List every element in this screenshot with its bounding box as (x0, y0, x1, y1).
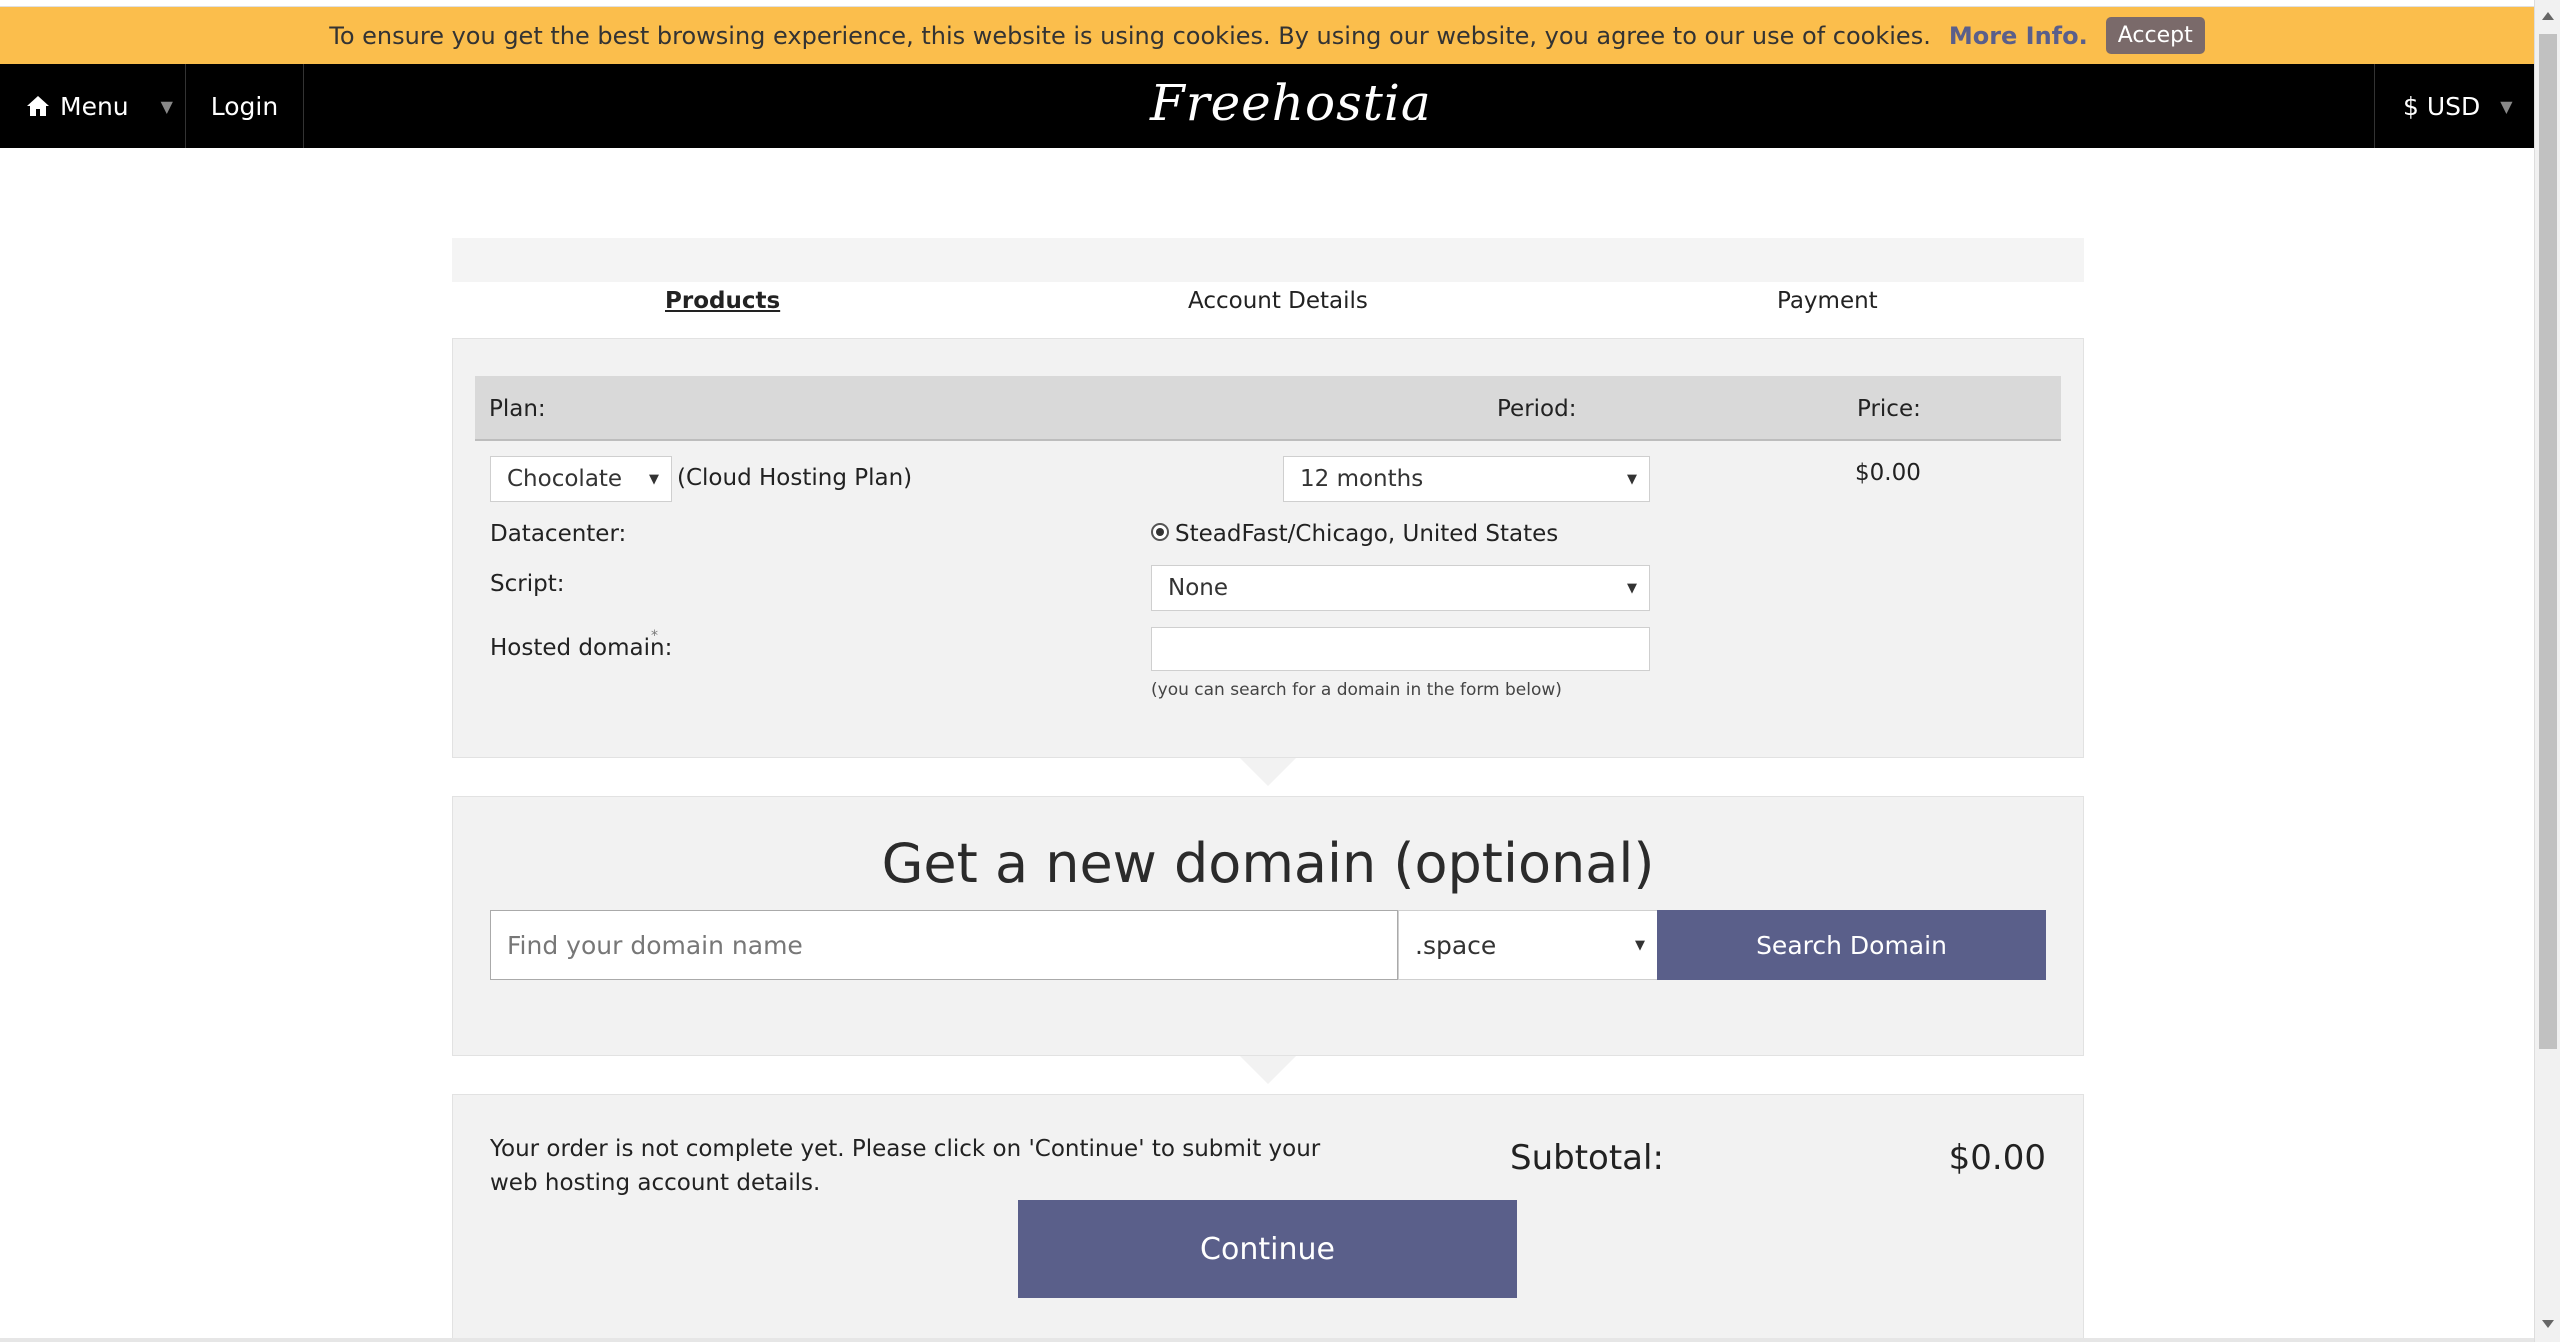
period-select[interactable]: 12 months ▼ (1283, 456, 1650, 502)
subtotal-label: Subtotal: (1510, 1138, 1664, 1178)
hosted-domain-input[interactable] (1151, 627, 1650, 671)
step-account-details[interactable]: Account Details (1188, 288, 1368, 314)
plan-type: (Cloud Hosting Plan) (677, 465, 913, 491)
period-header: Period: (1497, 396, 1577, 422)
caret-down-icon: ▼ (2500, 96, 2513, 116)
menu-button[interactable]: Menu ▼ (0, 64, 186, 148)
step-products[interactable]: Products (665, 288, 780, 314)
tld-select[interactable]: .space ▼ (1398, 910, 1658, 980)
domain-search-input[interactable]: Find your domain name (490, 910, 1398, 980)
plan-price: $0.00 (1855, 460, 1921, 486)
tld-select-value: .space (1415, 930, 1497, 960)
caret-down-icon: ▼ (1627, 471, 1637, 487)
cookie-banner: To ensure you get the best browsing expe… (0, 7, 2534, 64)
script-label: Script: (490, 571, 565, 597)
plan-header: Plan: (489, 396, 546, 422)
required-marker: * (651, 628, 658, 644)
currency-selector[interactable]: $ USD ▼ (2374, 64, 2534, 148)
price-header: Price: (1857, 396, 1921, 422)
accept-cookies-button[interactable]: Accept (2105, 17, 2205, 54)
login-link[interactable]: Login (186, 64, 304, 148)
cookie-message: To ensure you get the best browsing expe… (329, 21, 1931, 50)
period-select-value: 12 months (1300, 466, 1424, 492)
subtotal-value: $0.00 (1948, 1138, 2046, 1178)
plan-table-header: Plan: Period: Price: (475, 376, 2061, 441)
datacenter-value: SteadFast/Chicago, United States (1175, 521, 1559, 547)
plan-select[interactable]: Chocolate ▼ (490, 456, 672, 502)
currency-label: $ USD (2403, 91, 2481, 121)
script-select-value: None (1168, 575, 1229, 601)
script-select[interactable]: None ▼ (1151, 565, 1650, 611)
top-navbar: Menu ▼ Login Freehostia $ USD ▼ (0, 64, 2534, 148)
steps-bar (452, 238, 2084, 282)
browser-top-strip (0, 0, 2534, 7)
panel-arrow (1240, 1056, 1296, 1084)
datacenter-label: Datacenter: (490, 521, 627, 547)
panel-arrow (1240, 758, 1296, 786)
scrollbar-thumb[interactable] (2539, 34, 2557, 1049)
datacenter-radio[interactable] (1151, 523, 1169, 541)
hosted-domain-label: Hosted domain: (490, 635, 673, 661)
order-note: Your order is not complete yet. Please c… (490, 1136, 1321, 1196)
caret-down-icon: ▼ (160, 96, 173, 116)
page-scrollbar[interactable] (2534, 0, 2560, 1342)
site-logo[interactable]: Freehostia (1150, 74, 1432, 132)
caret-down-icon: ▼ (1627, 580, 1637, 596)
more-info-link[interactable]: More Info. (1949, 22, 2088, 50)
caret-down-icon: ▼ (649, 471, 659, 487)
caret-down-icon: ▼ (1635, 937, 1645, 953)
bottom-edge (0, 1338, 2534, 1342)
plan-select-value: Chocolate (507, 466, 623, 492)
hosted-domain-hint: (you can search for a domain in the form… (1151, 680, 1562, 700)
scroll-up-icon[interactable] (2542, 12, 2554, 20)
search-domain-button[interactable]: Search Domain (1657, 910, 2046, 980)
scroll-down-icon[interactable] (2542, 1320, 2554, 1328)
domain-search-title: Get a new domain (optional) (881, 832, 1655, 895)
continue-button[interactable]: Continue (1018, 1200, 1517, 1298)
menu-label: Menu (60, 91, 129, 121)
home-icon (27, 96, 49, 116)
step-payment[interactable]: Payment (1777, 288, 1878, 314)
